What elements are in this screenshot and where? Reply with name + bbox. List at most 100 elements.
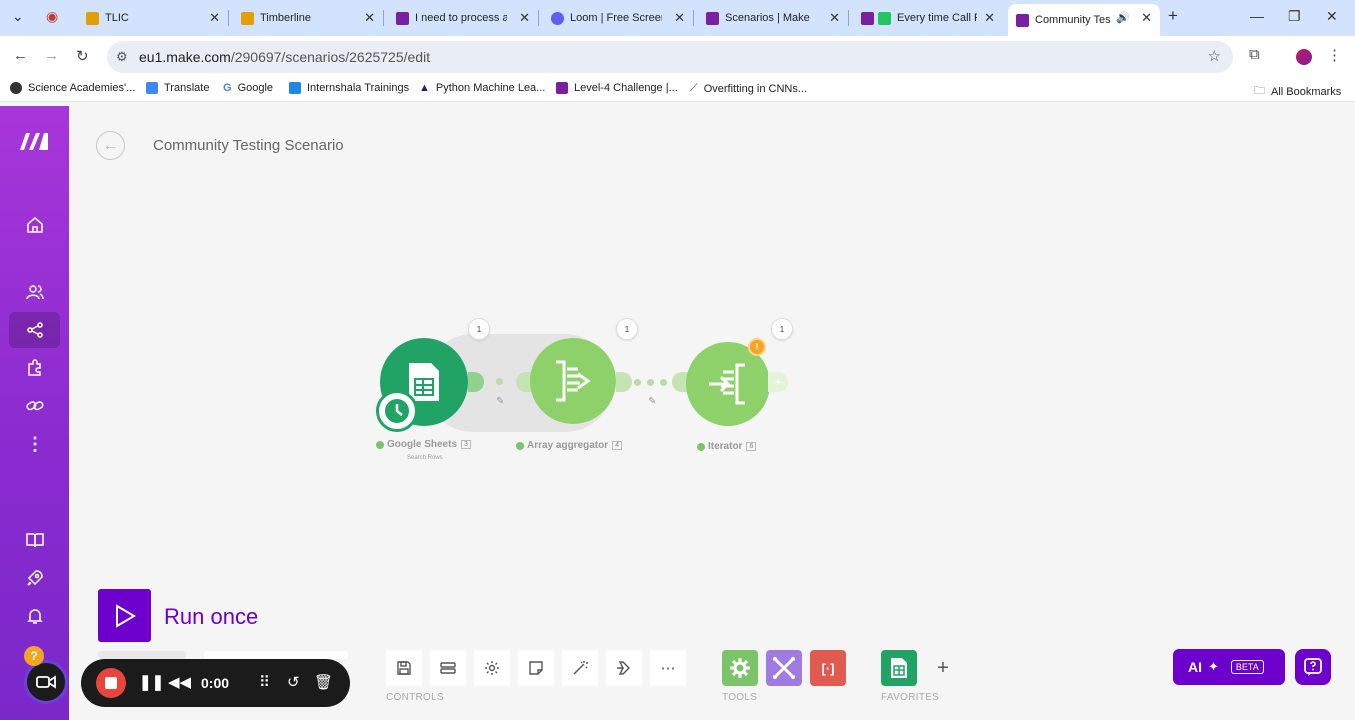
docs-book-icon[interactable] [24,529,46,551]
scheduling-toggle[interactable] [98,651,186,659]
site-info-icon[interactable]: ⚙ [116,49,128,65]
close-tab-icon[interactable]: ✕ [364,10,375,26]
settings-icon [485,661,499,675]
bookmark-translate[interactable]: Translate [146,82,209,94]
close-tab-icon[interactable]: ✕ [1141,10,1152,26]
apps-puzzle-icon[interactable] [24,357,46,379]
close-tab-icon[interactable]: ✕ [984,10,995,26]
browser-menu-icon[interactable]: ⋮ [1327,46,1342,64]
help-button[interactable] [1295,649,1331,685]
forward-arrow-icon[interactable]: → [44,47,59,64]
rocket-icon[interactable] [24,567,46,589]
tab-search-icon[interactable]: ⌄ [12,8,24,25]
make-logo-icon[interactable] [18,128,52,159]
ai-assistant-button[interactable]: AI ✦ BETA [1173,649,1285,685]
warning-badge-icon[interactable]: ! [748,338,766,356]
connection-dot [660,379,667,386]
grid-dots-icon[interactable]: ⠿ [259,673,270,691]
tab-title: TLIC [105,12,129,24]
operations-bubble[interactable]: 1 [616,318,638,340]
tab-timberline[interactable]: Timberline ✕ [233,4,384,32]
recorder-camera-button[interactable] [24,660,68,704]
restore-icon[interactable]: ❐ [1288,8,1301,25]
operations-bubble[interactable]: 1 [771,318,793,340]
back-arrow-icon[interactable]: ← [13,47,28,64]
bookmark-google[interactable]: G Google [223,82,273,94]
bookmark-level4[interactable]: Level-4 Challenge |... [556,82,678,94]
make-favicon-icon [396,11,409,25]
tools-json-button[interactable]: [·] [810,650,846,686]
tab-scenarios[interactable]: Scenarios | Make ✕ [698,4,849,32]
module-label-google-sheets[interactable]: Google Sheets 3 [376,439,471,450]
scenarios-share-icon[interactable] [24,319,46,341]
tab-every-time[interactable]: Every time Call F ✕ [853,4,1003,32]
tools-flow-control-button[interactable] [722,650,758,686]
new-tab-icon[interactable]: + [1168,6,1178,26]
stop-recording-button[interactable] [96,668,126,698]
pause-icon[interactable]: ❚❚ [139,673,164,691]
bookmark-star-icon[interactable]: ☆ [1208,47,1221,65]
connection-dot [634,379,641,386]
notifications-bell-icon[interactable] [24,605,46,627]
play-icon [115,603,136,628]
home-icon[interactable] [24,214,46,236]
module-label-iterator[interactable]: Iterator 6 [697,441,757,452]
address-bar[interactable]: ⚙ eu1.make.com/290697/scenarios/2625725/… [107,41,1233,73]
scenario-title[interactable]: Community Testing Scenario [153,137,344,154]
all-bookmarks[interactable]: 🗀 All Bookmarks [1254,82,1341,101]
tab-need-to-process[interactable]: I need to process a ✕ [388,4,539,32]
schedule-clock-icon[interactable] [376,390,418,432]
scenario-flow: ✎ 1 ✎ 1 + ! 1 Google Sheets 3 Search Row… [360,310,810,480]
close-tab-icon[interactable]: ✕ [829,10,840,26]
stop-icon [105,677,117,689]
bookmark-overfitting[interactable]: ⟋ Overfitting in CNNs... [690,82,807,95]
close-window-icon[interactable]: ✕ [1326,8,1338,25]
filter-wrench-icon[interactable]: ✎ [496,396,504,407]
settings-button[interactable] [474,650,510,686]
explain-flow-button[interactable] [606,650,642,686]
bookmark-python-ml[interactable]: ▲ Python Machine Lea... [419,82,545,94]
scheduling-field[interactable] [204,651,348,659]
close-tab-icon[interactable]: ✕ [519,10,530,26]
tab-loom[interactable]: Loom | Free Screen ✕ [543,4,694,32]
more-vertical-icon[interactable]: ⋮ [24,433,46,455]
run-once-label[interactable]: Run once [164,604,258,630]
add-module-icon[interactable]: + [768,372,788,392]
notes-button[interactable] [518,650,554,686]
tools-router-button[interactable] [766,650,802,686]
bookmark-science-academies[interactable]: Science Academies'... [10,82,135,94]
recorder-help-badge[interactable]: ? [24,646,44,666]
reload-icon[interactable]: ↻ [76,47,89,65]
operations-bubble[interactable]: 1 [468,318,490,340]
run-once-button[interactable] [98,589,151,642]
auto-align-button[interactable] [562,650,598,686]
more-icon: ⋯ [660,660,676,677]
save-button[interactable] [386,650,422,686]
notes-icon [529,661,543,675]
minimize-icon[interactable]: — [1250,8,1264,24]
connections-link-icon[interactable] [24,395,46,417]
back-button[interactable]: ← [96,131,125,160]
team-icon[interactable] [24,281,46,303]
tab-title: Community Tes [1035,14,1111,26]
profile-avatar-icon[interactable] [1296,49,1312,65]
rewind-icon[interactable]: ◀◀ [168,673,191,691]
extensions-icon[interactable]: ⧉ [1249,46,1260,63]
chart-line-icon: ⟋ [690,82,698,94]
close-tab-icon[interactable]: ✕ [209,10,220,26]
help-chat-icon [1304,658,1322,676]
more-controls-button[interactable]: ⋯ [650,650,686,686]
add-favorite-button[interactable]: + [925,650,961,686]
tab-tlic[interactable]: TLIC ✕ [78,4,229,32]
audio-playing-icon[interactable]: 🔊 [1116,11,1130,24]
trash-icon[interactable]: 🗑 [314,673,333,691]
tab-community-testing[interactable]: Community Tes 🔊 ✕ [1008,4,1160,36]
bookmark-internshala[interactable]: Internshala Trainings [289,82,409,94]
scenario-io-button[interactable] [430,650,466,686]
array-aggregator-module[interactable] [530,338,616,424]
restart-icon[interactable]: ↺ [287,673,300,691]
close-tab-icon[interactable]: ✕ [674,10,685,26]
module-label-array-aggregator[interactable]: Array aggregator 4 [516,440,623,451]
filter-wrench-icon[interactable]: ✎ [648,396,656,407]
favorite-google-sheets-button[interactable] [881,650,917,686]
